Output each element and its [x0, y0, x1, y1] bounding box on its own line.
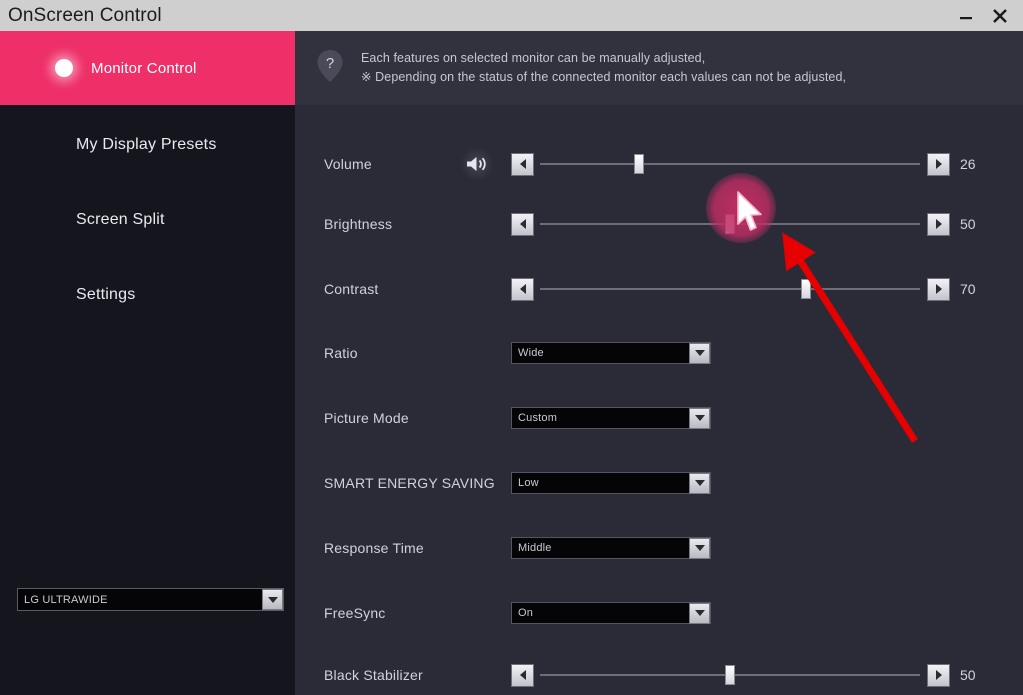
control-row-picture-mode: Picture Mode Custom [295, 398, 1023, 438]
window-controls [949, 0, 1023, 31]
freesync-dropdown[interactable]: On [511, 602, 711, 624]
chevron-down-icon[interactable] [689, 342, 710, 364]
control-row-smart-energy-saving: SMART ENERGY SAVING Low [295, 463, 1023, 503]
main-panel: ? Each features on selected monitor can … [295, 31, 1023, 695]
black-stabilizer-slider-track[interactable] [540, 665, 920, 685]
contrast-decrease-button[interactable] [511, 277, 534, 301]
sidebar-item-label: Screen Split [76, 211, 165, 228]
volume-slider-track[interactable] [540, 154, 920, 174]
brightness-slider-thumb[interactable] [725, 214, 735, 234]
title-bar: OnScreen Control [0, 0, 1023, 31]
volume-increase-button[interactable] [927, 152, 950, 176]
window-title: OnScreen Control [8, 4, 162, 26]
brightness-increase-button[interactable] [927, 212, 950, 236]
response-time-dropdown[interactable]: Middle [511, 537, 711, 559]
chevron-down-icon[interactable] [689, 602, 710, 624]
volume-slider-thumb[interactable] [633, 154, 644, 174]
contrast-value: 70 [960, 281, 976, 297]
contrast-slider-thumb[interactable] [801, 279, 811, 299]
black-stabilizer-slider-thumb[interactable] [725, 665, 735, 685]
sidebar-item-settings[interactable]: Settings [0, 265, 295, 325]
picture-mode-dropdown[interactable]: Custom [511, 407, 711, 429]
contrast-slider-track[interactable] [540, 279, 920, 299]
black-stabilizer-increase-button[interactable] [927, 663, 950, 687]
monitor-select-value: LG ULTRAWIDE [24, 593, 108, 606]
brightness-value: 50 [960, 216, 976, 232]
control-label: Volume [324, 156, 372, 172]
control-label: SMART ENERGY SAVING [324, 475, 495, 491]
control-row-response-time: Response Time Middle [295, 528, 1023, 568]
speaker-icon [460, 147, 494, 181]
help-line-1: Each features on selected monitor can be… [361, 51, 706, 65]
picture-mode-value: Custom [518, 412, 558, 424]
close-button[interactable] [983, 0, 1017, 31]
control-label: Black Stabilizer [324, 667, 423, 683]
control-row-contrast: Contrast 70 [295, 269, 1023, 309]
ratio-dropdown[interactable]: Wide [511, 342, 711, 364]
control-label: Contrast [324, 281, 379, 297]
volume-decrease-button[interactable] [511, 152, 534, 176]
smart-energy-saving-dropdown[interactable]: Low [511, 472, 711, 494]
contrast-increase-button[interactable] [927, 277, 950, 301]
help-line-2: ※ Depending on the status of the connect… [361, 70, 847, 84]
sidebar: Monitor Control My Display Presets Scree… [0, 31, 295, 695]
onscreen-control-window: OnScreen Control Monitor Control My Disp… [0, 0, 1023, 695]
black-stabilizer-value: 50 [960, 667, 976, 683]
control-row-volume: Volume 26 [295, 144, 1023, 184]
control-label: Response Time [324, 540, 424, 556]
circle-dot-icon [55, 59, 73, 77]
smart-energy-saving-value: Low [518, 477, 539, 489]
help-banner: ? Each features on selected monitor can … [295, 31, 1023, 105]
sidebar-item-screen-split[interactable]: Screen Split [0, 190, 295, 250]
brightness-decrease-button[interactable] [511, 212, 534, 236]
control-row-ratio: Ratio Wide [295, 333, 1023, 373]
sidebar-item-label: Settings [76, 286, 136, 303]
control-label: FreeSync [324, 605, 386, 621]
chevron-down-icon[interactable] [689, 407, 710, 429]
chevron-down-icon[interactable] [689, 537, 710, 559]
close-icon [993, 8, 1007, 23]
control-row-black-stabilizer: Black Stabilizer 50 [295, 655, 1023, 695]
control-label: Brightness [324, 216, 393, 232]
control-row-freesync: FreeSync On [295, 593, 1023, 633]
volume-value: 26 [960, 156, 976, 172]
minimize-button[interactable] [949, 0, 983, 31]
sidebar-item-label: Monitor Control [91, 59, 197, 77]
ratio-value: Wide [518, 347, 544, 359]
help-text: Each features on selected monitor can be… [361, 49, 846, 87]
sidebar-item-monitor-control[interactable]: Monitor Control [0, 31, 295, 105]
control-row-brightness: Brightness 50 [295, 204, 1023, 244]
brightness-slider-track[interactable] [540, 214, 920, 234]
sidebar-item-label: My Display Presets [76, 136, 217, 153]
chevron-down-icon[interactable] [262, 589, 283, 610]
minimize-icon [960, 16, 972, 19]
help-question-icon: ? [315, 48, 345, 89]
response-time-value: Middle [518, 542, 552, 554]
monitor-select-dropdown[interactable]: LG ULTRAWIDE [17, 588, 284, 611]
svg-text:?: ? [326, 55, 334, 72]
chevron-down-icon[interactable] [689, 472, 710, 494]
black-stabilizer-decrease-button[interactable] [511, 663, 534, 687]
control-label: Picture Mode [324, 410, 409, 426]
freesync-value: On [518, 607, 534, 619]
control-label: Ratio [324, 345, 358, 361]
sidebar-item-my-display-presets[interactable]: My Display Presets [0, 115, 295, 175]
